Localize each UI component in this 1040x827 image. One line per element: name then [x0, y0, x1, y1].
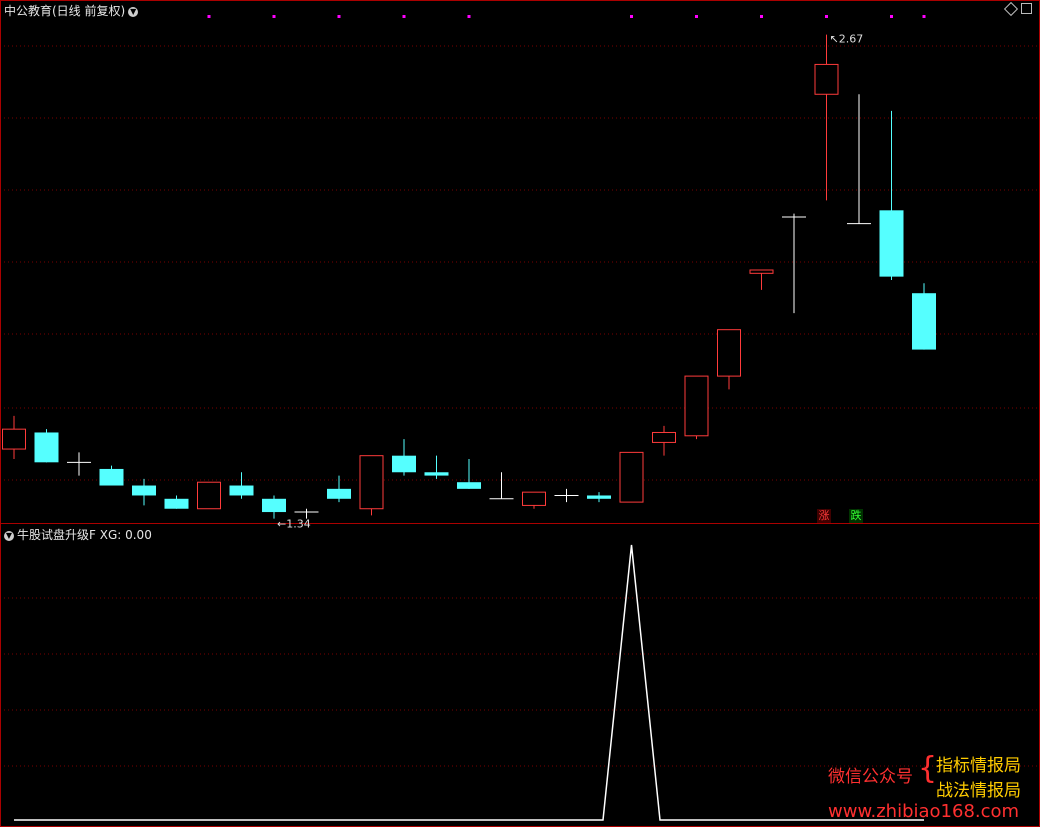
candle: [554, 488, 579, 503]
candle: [749, 269, 774, 290]
candle: [262, 495, 286, 519]
candle: [359, 455, 384, 516]
indicator-name: 牛股试盘升级F: [17, 528, 96, 542]
candle: [847, 94, 871, 225]
candle-body: [229, 485, 254, 496]
signal-marker: [467, 15, 471, 18]
indicator-title[interactable]: ▼ 牛股试盘升级F XG: 0.00: [4, 526, 152, 543]
price-grid: [0, 45, 1040, 767]
chevron-down-icon[interactable]: ▼: [128, 6, 139, 17]
signal-marker: [337, 15, 341, 18]
candle: [619, 451, 644, 503]
candle: [34, 429, 59, 463]
candle: [424, 455, 449, 479]
watermark-bottom: 战法情报局: [936, 781, 1021, 801]
candle-body: [684, 375, 709, 437]
candle: [99, 465, 124, 486]
watermark-url: www.zhibiao168.com: [828, 801, 1020, 822]
candle: [652, 425, 676, 456]
signal-marker: [922, 15, 926, 18]
candle: [782, 213, 806, 314]
candle: [164, 495, 189, 509]
candle: [814, 34, 839, 201]
brace-icon: {: [918, 751, 938, 786]
main-chart-title[interactable]: 中公教育(日线 前复权) ▼: [4, 2, 139, 19]
square-icon[interactable]: [1021, 3, 1032, 14]
candle: [327, 475, 351, 503]
signal-marker: [272, 15, 276, 18]
candle-body: [912, 293, 936, 350]
candle-body: [34, 432, 59, 463]
candle-body: [164, 498, 189, 509]
signal-marker: [402, 15, 406, 18]
candle-body: [327, 488, 351, 499]
max-price-label: ↖2.67: [830, 33, 864, 46]
chart-canvas: ←1.34 ↖2.67: [0, 0, 1040, 827]
candle: [717, 329, 741, 390]
min-price-label: ←1.34: [277, 518, 311, 531]
candle: [684, 375, 709, 440]
candle-body: [132, 485, 156, 496]
main-title-text: 中公教育(日线 前复权): [4, 4, 126, 18]
candle-body: [717, 329, 741, 377]
outer-border: [0, 0, 1040, 827]
candle-body: [814, 63, 839, 95]
candle: [879, 110, 904, 280]
chevron-down-icon[interactable]: ▼: [4, 530, 14, 541]
candle: [197, 481, 221, 510]
candle: [522, 491, 546, 509]
candle-body: [749, 269, 774, 274]
indicator-value: XG: 0.00: [99, 528, 152, 542]
candle-body: [522, 491, 546, 506]
candle: [489, 472, 514, 500]
signal-marker: [695, 15, 698, 18]
candle-body: [392, 455, 416, 473]
candle: [67, 452, 91, 476]
watermark-top: 指标情报局: [936, 756, 1021, 776]
candle-body: [587, 495, 611, 499]
candle: [229, 472, 254, 499]
candle-body: [262, 498, 286, 513]
candle: [392, 439, 416, 476]
candle-body: [457, 482, 481, 489]
candle-body: [652, 431, 676, 443]
candle-body: [424, 472, 449, 476]
candle: [587, 492, 611, 503]
candle-body: [879, 210, 904, 277]
signal-marker: [825, 15, 828, 18]
candle: [132, 478, 156, 506]
candle: [457, 459, 481, 489]
signal-marker: [630, 15, 633, 18]
candle-body: [99, 468, 124, 486]
candle-body: [619, 451, 644, 503]
rise-badge[interactable]: 涨: [817, 509, 831, 523]
candle-body: [359, 455, 384, 510]
fall-badge[interactable]: 跌: [849, 509, 863, 523]
candle-body: [197, 481, 221, 510]
xg-line: [14, 544, 924, 821]
panel-frame: [0, 0, 1040, 827]
signal-marker: [760, 15, 763, 18]
top-markers: [207, 15, 926, 18]
indicator-series: [14, 544, 924, 821]
watermark-wechat: 微信公众号: [828, 767, 913, 787]
signal-marker: [890, 15, 893, 18]
candlestick-series[interactable]: [2, 34, 937, 519]
candle: [2, 415, 26, 459]
signal-marker: [207, 15, 211, 18]
candle-body: [2, 428, 26, 450]
candle: [912, 283, 936, 350]
